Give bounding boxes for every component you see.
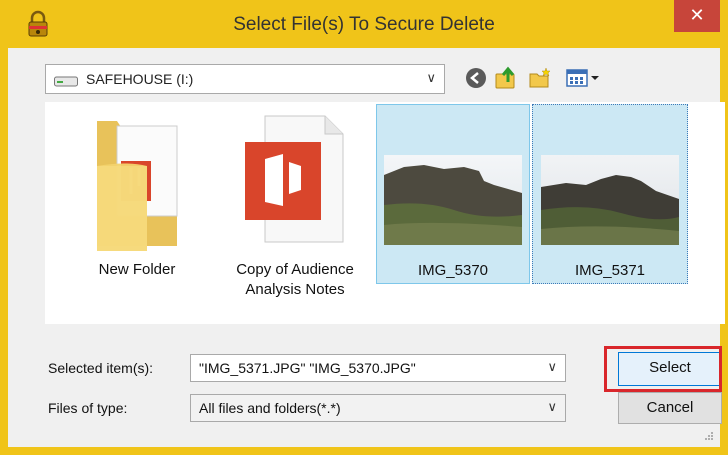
chevron-down-icon[interactable]: ∨ bbox=[547, 359, 557, 375]
file-item-document[interactable]: Copy of Audience Analysis Notes bbox=[217, 104, 373, 298]
resize-grip-icon[interactable] bbox=[704, 431, 714, 441]
cancel-button[interactable]: Cancel bbox=[618, 392, 722, 424]
new-folder-icon[interactable] bbox=[528, 66, 552, 90]
select-button-highlight bbox=[604, 346, 722, 392]
office-document-icon bbox=[245, 115, 344, 243]
file-item-img-5371[interactable]: IMG_5371 bbox=[532, 104, 688, 284]
file-list-view[interactable]: New Folder Copy of Audience Analysis Not… bbox=[45, 102, 725, 324]
drive-label: SAFEHOUSE (I:) bbox=[86, 71, 194, 87]
close-button[interactable]: ✕ bbox=[674, 0, 720, 32]
file-name: New Folder bbox=[98, 261, 176, 278]
chevron-down-icon[interactable]: ∨ bbox=[547, 399, 557, 415]
window-title: Select File(s) To Secure Delete bbox=[233, 14, 495, 35]
folder-icon bbox=[97, 121, 178, 251]
file-name: IMG_5370 bbox=[417, 262, 489, 279]
title-bar[interactable]: Select File(s) To Secure Delete ✕ bbox=[8, 0, 720, 48]
image-thumbnail bbox=[384, 155, 522, 245]
selected-items-label: Selected item(s): bbox=[48, 360, 154, 376]
file-name: Copy of Audience Analysis Notes bbox=[236, 261, 354, 298]
back-icon[interactable] bbox=[464, 66, 488, 90]
drive-combo[interactable]: SAFEHOUSE (I:) ∨ bbox=[45, 64, 445, 94]
selected-items-combo[interactable]: "IMG_5371.JPG" "IMG_5370.JPG" ∨ bbox=[190, 354, 566, 382]
files-of-type-combo[interactable]: All files and folders(*.*) ∨ bbox=[190, 394, 566, 422]
file-name: IMG_5371 bbox=[574, 262, 646, 279]
files-of-type-label: Files of type: bbox=[48, 400, 128, 416]
view-menu-icon[interactable] bbox=[564, 66, 604, 90]
file-item-new-folder[interactable]: New Folder bbox=[67, 104, 207, 284]
file-item-img-5370[interactable]: IMG_5370 bbox=[376, 104, 530, 284]
drive-icon bbox=[54, 76, 78, 87]
selected-items-value: "IMG_5371.JPG" "IMG_5370.JPG" bbox=[199, 360, 416, 376]
files-of-type-value: All files and folders(*.*) bbox=[199, 400, 341, 416]
up-folder-icon[interactable] bbox=[494, 66, 518, 90]
close-icon: ✕ bbox=[689, 5, 705, 25]
chevron-down-icon[interactable]: ∨ bbox=[426, 70, 436, 86]
image-thumbnail bbox=[541, 155, 679, 245]
